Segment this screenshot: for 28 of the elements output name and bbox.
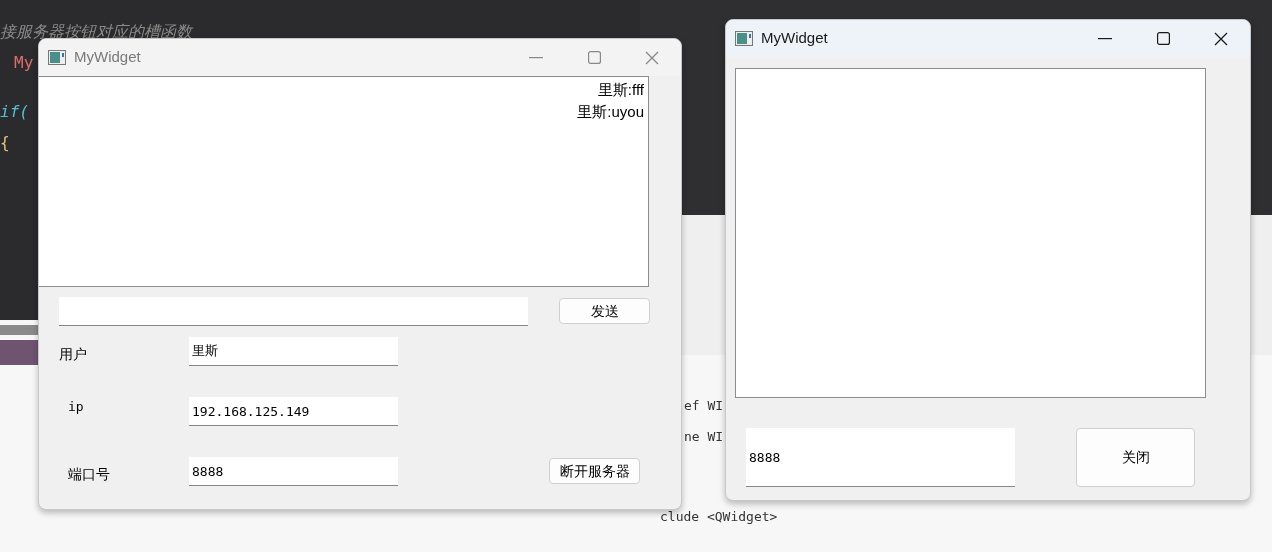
minimize-icon[interactable] bbox=[1098, 37, 1112, 40]
panel-strip bbox=[0, 325, 38, 335]
chat-message: 里斯:fff bbox=[597, 80, 645, 100]
field-label: 端口号 bbox=[68, 465, 111, 484]
message-input[interactable] bbox=[59, 297, 528, 326]
app-icon bbox=[48, 50, 66, 65]
panel-strip bbox=[0, 340, 38, 365]
code-line: { bbox=[0, 132, 10, 154]
code-line: clude <QWidget> bbox=[660, 508, 778, 526]
port-field[interactable]: 8888 bbox=[746, 428, 1015, 487]
chat-message: 里斯:uyou bbox=[577, 102, 645, 122]
close-button[interactable]: 关闭 bbox=[1076, 428, 1195, 487]
text-field[interactable]: 8888 bbox=[189, 457, 398, 486]
disconnect-button[interactable]: 断开服务器 bbox=[549, 458, 640, 484]
window-title: MyWidget bbox=[761, 28, 828, 49]
text-field[interactable]: 192.168.125.149 bbox=[189, 397, 398, 426]
app-icon bbox=[735, 31, 753, 46]
window-title: MyWidget bbox=[74, 47, 141, 68]
code-line: if( bbox=[0, 101, 29, 123]
send-button[interactable]: 发送 bbox=[559, 298, 650, 324]
maximize-icon[interactable] bbox=[1156, 32, 1170, 45]
code-line: ef WI bbox=[684, 397, 724, 415]
code-line: ne WI bbox=[684, 428, 724, 446]
code-line: My bbox=[13, 52, 34, 74]
field-label: ip bbox=[68, 398, 85, 416]
field-label: 用户 bbox=[59, 345, 88, 364]
close-icon[interactable] bbox=[1214, 31, 1228, 46]
text-field[interactable]: 里斯 bbox=[189, 337, 398, 366]
